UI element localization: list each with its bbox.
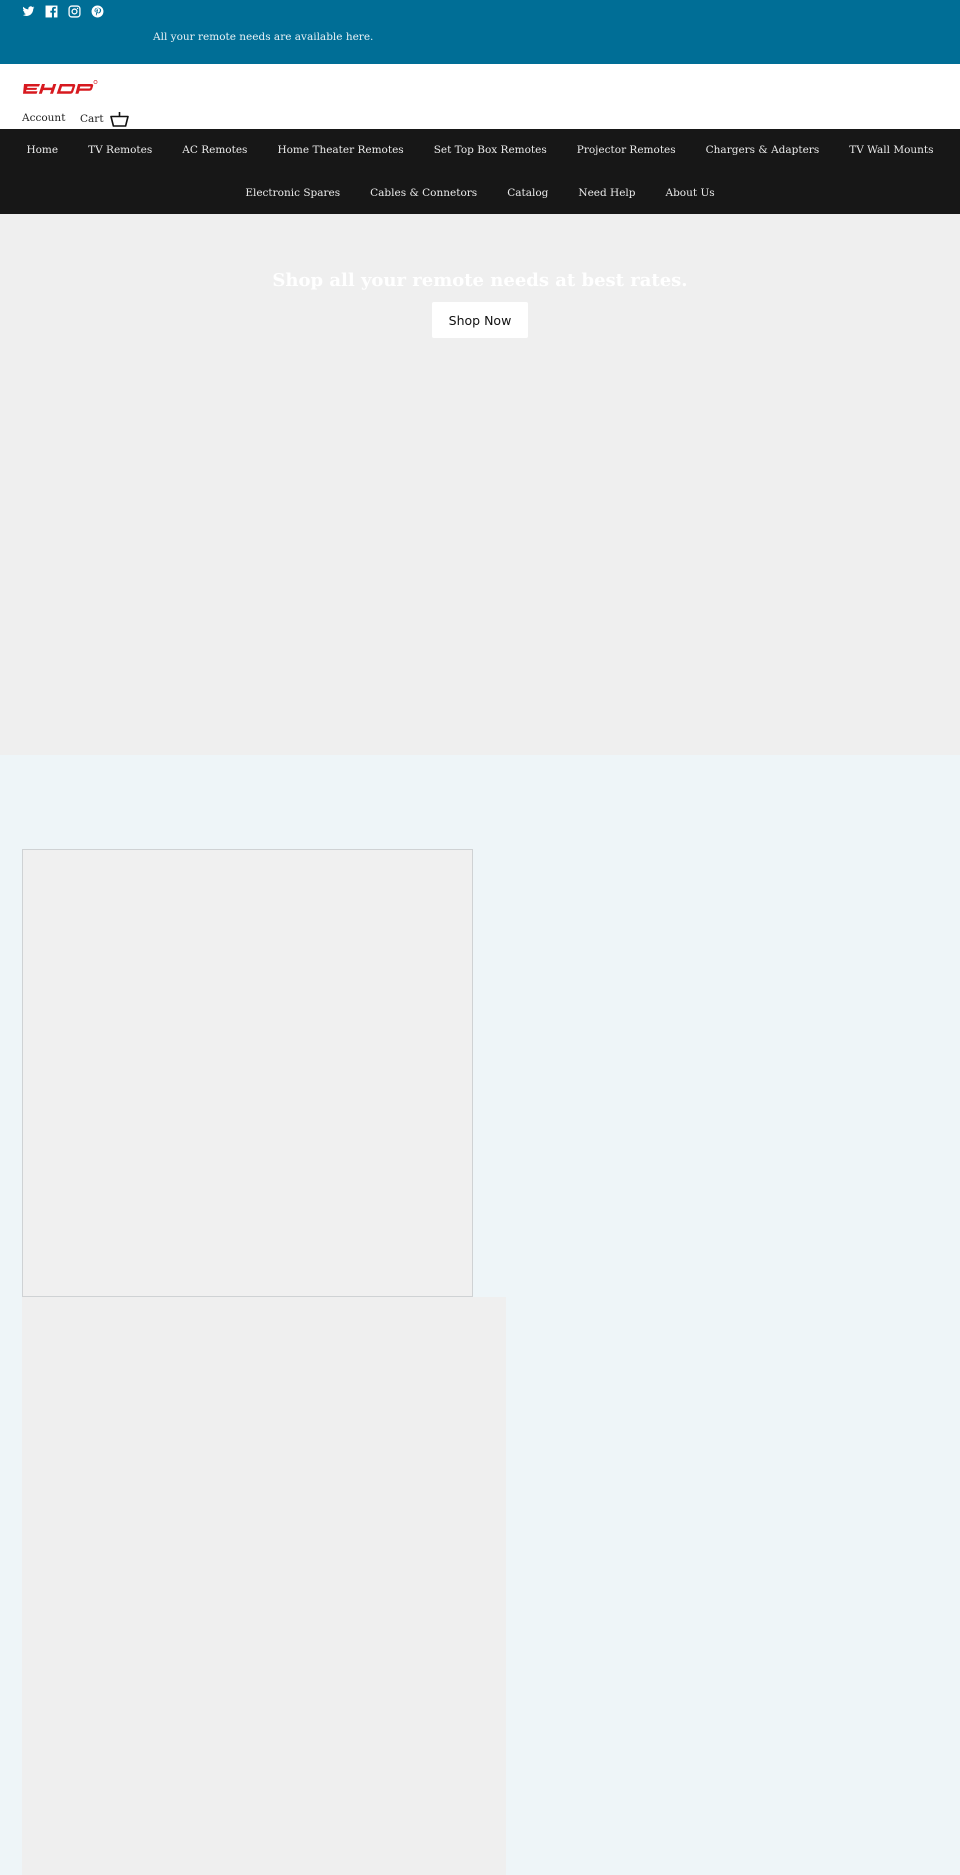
announcement-text: All your remote needs are available here… <box>153 31 374 43</box>
nav-item-projector-remotes[interactable]: Projector Remotes <box>577 144 676 156</box>
hero-title: Shop all your remote needs at best rates… <box>272 270 688 291</box>
nav-item-cables-connectors[interactable]: Cables & Connetors <box>370 187 477 199</box>
nav-item-home-theater-remotes[interactable]: Home Theater Remotes <box>277 144 403 156</box>
main-navigation: Home TV Remotes AC Remotes Home Theater … <box>0 129 960 214</box>
content-image-placeholder <box>22 1297 506 1875</box>
pinterest-icon[interactable] <box>91 5 104 18</box>
ehop-logo[interactable] <box>22 79 100 97</box>
nav-item-electronic-spares[interactable]: Electronic Spares <box>245 187 340 199</box>
nav-item-tv-wall-mounts[interactable]: TV Wall Mounts <box>849 144 933 156</box>
nav-row-secondary: Electronic Spares Cables & Connetors Cat… <box>0 187 960 199</box>
nav-item-about-us[interactable]: About Us <box>666 187 715 199</box>
announcement-bar: All your remote needs are available here… <box>0 0 960 64</box>
shop-now-button[interactable]: Shop Now <box>432 302 528 338</box>
nav-item-tv-remotes[interactable]: TV Remotes <box>88 144 152 156</box>
hero-banner: Shop all your remote needs at best rates… <box>0 214 960 755</box>
nav-item-chargers-adapters[interactable]: Chargers & Adapters <box>706 144 820 156</box>
nav-item-need-help[interactable]: Need Help <box>578 187 635 199</box>
instagram-icon[interactable] <box>68 5 81 18</box>
nav-row-primary: Home TV Remotes AC Remotes Home Theater … <box>0 144 960 156</box>
nav-item-ac-remotes[interactable]: AC Remotes <box>182 144 247 156</box>
site-header: Account Cart <box>0 64 960 129</box>
nav-item-catalog[interactable]: Catalog <box>507 187 548 199</box>
twitter-icon[interactable] <box>22 5 35 18</box>
nav-item-home[interactable]: Home <box>26 144 58 156</box>
basket-icon[interactable] <box>110 111 129 127</box>
featured-image-placeholder[interactable] <box>22 849 473 1297</box>
social-links <box>22 5 104 18</box>
account-link[interactable]: Account <box>22 112 65 124</box>
facebook-icon[interactable] <box>45 5 58 18</box>
nav-item-set-top-box-remotes[interactable]: Set Top Box Remotes <box>434 144 547 156</box>
cart-link[interactable]: Cart <box>80 113 104 125</box>
